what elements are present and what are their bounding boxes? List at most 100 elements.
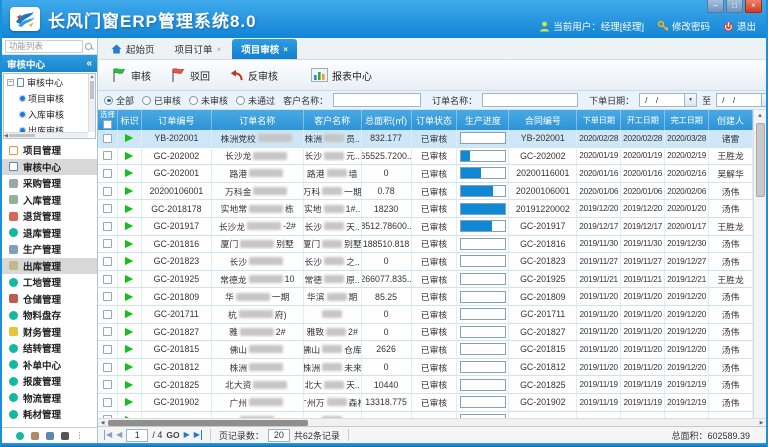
sidebar-panel-header[interactable]: 审核中心 « xyxy=(2,55,97,72)
column-header-12[interactable]: 创建人 xyxy=(709,110,753,130)
search-icon[interactable] xyxy=(85,43,92,50)
column-header-10[interactable]: 开工日期 xyxy=(621,110,665,130)
last-page-button[interactable]: ▶ xyxy=(194,430,202,440)
brush-icon[interactable] xyxy=(46,432,54,440)
scroll-left-icon[interactable]: ◀ xyxy=(98,420,107,426)
sidebar-item-9[interactable]: 仓储管理 xyxy=(2,291,97,308)
page-size-input[interactable]: 20 xyxy=(268,429,290,442)
minimize-button[interactable]: – xyxy=(707,0,724,13)
report-center-button[interactable]: 报表中心 xyxy=(304,65,379,86)
table-row[interactable]: GC-202001路港路港墙0已审核202001160012020/01/162… xyxy=(98,165,753,183)
prev-page-button[interactable]: ◀ xyxy=(116,430,122,440)
table-row[interactable]: GC-201902广州广州万森林13318.775已审核GC-201902201… xyxy=(98,394,753,412)
table-row[interactable]: GC-202002长沙龙长沙元..65525.7200..已审核GC-20200… xyxy=(98,148,753,166)
sidebar-item-3[interactable]: 入库管理 xyxy=(2,192,97,209)
column-header-7[interactable]: 生产进度 xyxy=(457,110,509,130)
table-row[interactable]: GC-2018178实地常栋实地1#..18230已审核201912200022… xyxy=(98,200,753,218)
tree-expander-icon[interactable]: − xyxy=(7,79,14,86)
dropdown-icon[interactable]: ▼ xyxy=(762,93,766,107)
sidebar-item-6[interactable]: 生产管理 xyxy=(2,241,97,258)
table-row[interactable]: 20200106001万科金万科一期0.78已审核202001060012020… xyxy=(98,183,753,201)
column-header-2[interactable]: 订单编号 xyxy=(142,110,212,130)
row-checkbox[interactable] xyxy=(103,380,112,389)
sidebar-item-11[interactable]: 财务管理 xyxy=(2,324,97,341)
tab-close-icon[interactable]: × xyxy=(217,45,222,54)
tree-item-0[interactable]: 项目审核 xyxy=(4,90,95,106)
row-checkbox[interactable] xyxy=(103,415,112,418)
row-checkbox[interactable] xyxy=(103,345,112,354)
column-header-1[interactable]: 标识 xyxy=(118,110,142,130)
table-row[interactable]: GC-201809华一期华滨期85.25已审核GC-2018092019/11/… xyxy=(98,288,753,306)
cart-icon[interactable] xyxy=(31,432,39,440)
tree-item-1[interactable]: 入库审核 xyxy=(4,106,95,122)
tree-vscrollbar[interactable]: ▲ xyxy=(88,74,95,132)
column-header-4[interactable]: 客户名称 xyxy=(304,110,362,130)
tab-close-icon[interactable]: × xyxy=(283,45,288,54)
row-checkbox[interactable] xyxy=(103,239,112,248)
sidebar-item-16[interactable]: 耗材管理 xyxy=(2,406,97,423)
row-checkbox[interactable] xyxy=(103,363,112,372)
scroll-up-icon[interactable]: ▲ xyxy=(90,74,95,80)
column-header-5[interactable]: 总面积(㎡) xyxy=(362,110,412,130)
grid-vscrollbar[interactable]: ▲ xyxy=(753,110,766,418)
sidebar-item-14[interactable]: 报废管理 xyxy=(2,373,97,390)
scroll-thumb[interactable] xyxy=(756,123,765,197)
column-header-0[interactable]: 选择 xyxy=(98,110,118,130)
column-header-9[interactable]: 下单日期 xyxy=(577,110,621,130)
column-header-11[interactable]: 完工日期 xyxy=(665,110,709,130)
more-icon[interactable]: ⋮ xyxy=(76,432,84,440)
scroll-thumb[interactable] xyxy=(9,134,35,137)
collapse-icon[interactable]: « xyxy=(86,58,92,69)
sidebar-item-15[interactable]: 物流管理 xyxy=(2,390,97,407)
scroll-right-icon[interactable]: ▶ xyxy=(757,420,766,426)
row-checkbox[interactable] xyxy=(103,187,112,196)
sidebar-item-1[interactable]: 审核中心 xyxy=(2,159,97,176)
dot-icon[interactable] xyxy=(16,432,24,440)
sidebar-item-0[interactable]: 项目管理 xyxy=(2,142,97,159)
row-checkbox[interactable] xyxy=(103,327,112,336)
table-row[interactable]: GC-201823长沙长沙之..0已审核GC-2018232019/11/272… xyxy=(98,253,753,271)
logout-button[interactable]: 退出 xyxy=(723,19,756,33)
tab-project-orders[interactable]: 项目订单 × xyxy=(166,39,231,59)
sidebar-item-12[interactable]: 结转管理 xyxy=(2,340,97,357)
table-row[interactable]: GC-201812株洲株洲未来0已审核GC-2018122019/11/2020… xyxy=(98,359,753,377)
date-input[interactable]: / / xyxy=(639,93,685,107)
radio-option-3[interactable]: 未通过 xyxy=(236,94,275,107)
order-date-to[interactable]: / /▼ xyxy=(716,93,766,107)
scroll-thumb[interactable] xyxy=(108,420,308,426)
header-checkbox[interactable] xyxy=(103,120,112,129)
reverse-audit-button[interactable]: 反审核 xyxy=(222,65,285,86)
tree-hscrollbar[interactable]: ◀ xyxy=(4,132,88,138)
table-row[interactable]: GC-201711杭府)0已审核GC-2017112019/11/202019/… xyxy=(98,306,753,324)
row-checkbox[interactable] xyxy=(103,204,112,213)
scroll-left-icon[interactable]: ◀ xyxy=(4,133,8,138)
row-checkbox[interactable] xyxy=(103,292,112,301)
row-checkbox[interactable] xyxy=(103,169,112,178)
row-checkbox[interactable] xyxy=(103,398,112,407)
row-checkbox[interactable] xyxy=(103,134,112,143)
column-header-6[interactable]: 订单状态 xyxy=(412,110,458,130)
chart-icon[interactable] xyxy=(61,432,69,440)
column-header-8[interactable]: 合同编号 xyxy=(509,110,577,130)
order-name-input[interactable] xyxy=(482,93,578,107)
dropdown-icon[interactable]: ▼ xyxy=(685,93,697,107)
go-button[interactable]: GO xyxy=(166,430,179,440)
row-checkbox[interactable] xyxy=(103,310,112,319)
sidebar-item-10[interactable]: 物料盘存 xyxy=(2,307,97,324)
row-checkbox[interactable] xyxy=(103,257,112,266)
first-page-button[interactable]: ◀ xyxy=(104,430,112,440)
table-row[interactable]: GC-201816厦门别墅厦门别墅188510.818已审核GC-2018162… xyxy=(98,236,753,254)
table-row[interactable]: YB-202001株洲党校株洲员..832.177已审核YB-202001202… xyxy=(98,130,753,148)
audit-button[interactable]: 审核 xyxy=(104,64,158,86)
next-page-button[interactable]: ▶ xyxy=(184,430,190,440)
scroll-up-icon[interactable]: ▲ xyxy=(757,110,763,122)
page-number-input[interactable]: 1 xyxy=(126,429,148,442)
change-password-button[interactable]: 修改密码 xyxy=(657,19,710,33)
customer-name-input[interactable] xyxy=(333,93,421,107)
function-search-input[interactable]: 功能列表 xyxy=(5,40,83,53)
table-row[interactable] xyxy=(98,412,753,419)
radio-option-1[interactable]: 已审核 xyxy=(142,94,181,107)
grid-hscrollbar[interactable]: ◀ ▶ xyxy=(98,418,766,426)
close-button[interactable]: × xyxy=(745,0,762,13)
order-date-from[interactable]: / /▼ xyxy=(639,93,697,107)
